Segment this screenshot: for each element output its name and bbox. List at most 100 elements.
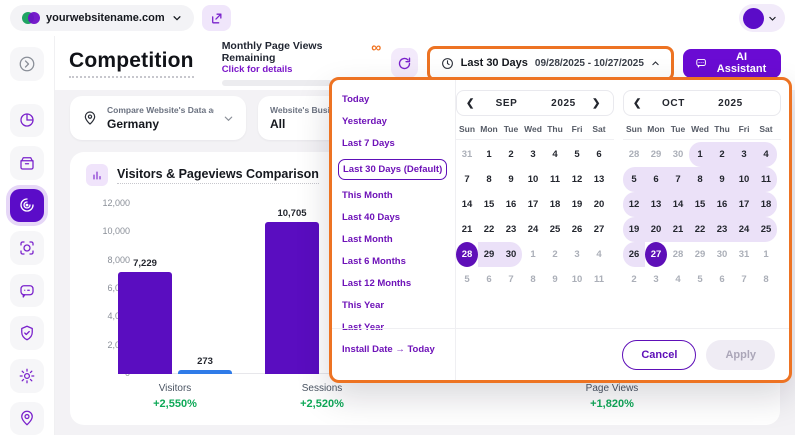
day-cell[interactable]: 25 [544,217,566,242]
day-cell[interactable]: 9 [711,167,733,192]
day-cell[interactable]: 5 [689,267,711,292]
day-cell[interactable]: 2 [544,242,566,267]
day-cell[interactable]: 9 [500,167,522,192]
region-filter[interactable]: Compare Website's Data against Region Ge… [70,96,246,140]
day-cell[interactable]: 10 [522,167,544,192]
day-cell[interactable]: 2 [500,142,522,167]
day-cell[interactable]: 13 [645,192,667,217]
day-cell[interactable]: 6 [645,167,667,192]
preset-option[interactable]: Last 30 Days (Default) [338,159,447,180]
day-cell[interactable]: 20 [588,192,610,217]
day-cell[interactable]: 1 [755,242,777,267]
share-button[interactable] [202,5,231,31]
day-cell[interactable]: 2 [623,267,645,292]
day-cell[interactable]: 16 [500,192,522,217]
day-cell[interactable]: 19 [566,192,588,217]
day-cell[interactable]: 4 [667,267,689,292]
day-cell[interactable]: 5 [623,167,645,192]
day-cell[interactable]: 6 [478,267,500,292]
day-cell[interactable]: 11 [588,267,610,292]
day-cell[interactable]: 23 [500,217,522,242]
day-cell[interactable]: 8 [478,167,500,192]
day-cell[interactable]: 15 [478,192,500,217]
account-menu[interactable] [739,4,785,32]
site-selector[interactable]: yourwebsitename.com [10,5,194,31]
day-cell[interactable]: 9 [544,267,566,292]
sidebar-item-local[interactable] [10,402,44,435]
day-cell[interactable]: 10 [733,167,755,192]
day-cell[interactable]: 5 [456,267,478,292]
day-cell[interactable]: 4 [755,142,777,167]
prev-month-button[interactable]: ❮ [633,98,645,109]
next-month-button[interactable]: ❯ [592,98,604,109]
day-cell[interactable]: 25 [755,217,777,242]
preset-option[interactable]: Last 6 Months [342,255,445,268]
bar-visitors[interactable] [118,272,172,374]
sidebar-item-tracking[interactable] [10,231,44,265]
bar-sessions[interactable] [265,222,319,374]
day-cell[interactable]: 11 [755,167,777,192]
day-cell[interactable]: 26 [566,217,588,242]
apply-button[interactable]: Apply [706,340,775,370]
ai-assistant-button[interactable]: AI Assistant [683,49,781,78]
day-cell[interactable]: 21 [667,217,689,242]
day-cell[interactable]: 27 [588,217,610,242]
preset-option[interactable]: Last 7 Days [342,137,445,150]
day-cell[interactable]: 18 [544,192,566,217]
day-cell[interactable]: 29 [689,242,711,267]
preset-option[interactable]: Yesterday [342,115,445,128]
preset-option[interactable]: Last 12 Months [342,277,445,290]
sidebar-item-security[interactable] [10,316,44,350]
sidebar-item-settings[interactable] [10,359,44,393]
day-cell[interactable]: 14 [667,192,689,217]
day-cell[interactable]: 31 [733,242,755,267]
sidebar-item-competition[interactable] [10,189,44,223]
day-cell[interactable]: 1 [522,242,544,267]
refresh-button[interactable] [391,48,417,78]
preset-option[interactable]: Last 40 Days [342,211,445,224]
day-cell[interactable]: 29 [478,242,500,267]
day-cell[interactable]: 19 [623,217,645,242]
quota-details-link[interactable]: Click for details [222,64,372,75]
day-cell[interactable]: 23 [711,217,733,242]
day-cell[interactable]: 4 [588,242,610,267]
day-cell[interactable]: 5 [566,142,588,167]
day-cell[interactable]: 13 [588,167,610,192]
day-cell[interactable]: 11 [544,167,566,192]
day-cell[interactable]: 30 [500,242,522,267]
day-cell[interactable]: 14 [456,192,478,217]
sidebar-item-dashboard[interactable] [10,104,44,138]
day-cell[interactable]: 1 [478,142,500,167]
date-range-selector[interactable]: Last 30 Days 09/28/2025 - 10/27/2025 [431,50,670,77]
day-cell[interactable]: 24 [733,217,755,242]
day-cell[interactable]: 28 [623,142,645,167]
day-cell[interactable]: 6 [588,142,610,167]
cancel-button[interactable]: Cancel [622,340,696,370]
day-cell[interactable]: 28 [456,242,478,267]
day-cell[interactable]: 30 [667,142,689,167]
day-cell[interactable]: 7 [667,167,689,192]
day-cell[interactable]: 8 [689,167,711,192]
preset-option[interactable]: Last Month [342,233,445,246]
day-cell[interactable]: 7 [733,267,755,292]
sidebar-item-products[interactable] [10,146,44,180]
day-cell[interactable]: 26 [623,242,645,267]
day-cell[interactable]: 8 [522,267,544,292]
sidebar-toggle-button[interactable] [10,47,44,81]
day-cell[interactable]: 16 [711,192,733,217]
prev-month-button[interactable]: ❮ [466,98,478,109]
day-cell[interactable]: 29 [645,142,667,167]
day-cell[interactable]: 21 [456,217,478,242]
day-cell[interactable]: 22 [689,217,711,242]
day-cell[interactable]: 28 [667,242,689,267]
day-cell[interactable]: 1 [689,142,711,167]
day-cell[interactable]: 3 [645,267,667,292]
preset-option[interactable]: This Year [342,299,445,312]
day-cell[interactable]: 27 [645,242,667,267]
day-cell[interactable]: 12 [623,192,645,217]
day-cell[interactable]: 31 [456,142,478,167]
bar-visitors[interactable] [178,370,232,374]
day-cell[interactable]: 20 [645,217,667,242]
day-cell[interactable]: 3 [566,242,588,267]
day-cell[interactable]: 6 [711,267,733,292]
